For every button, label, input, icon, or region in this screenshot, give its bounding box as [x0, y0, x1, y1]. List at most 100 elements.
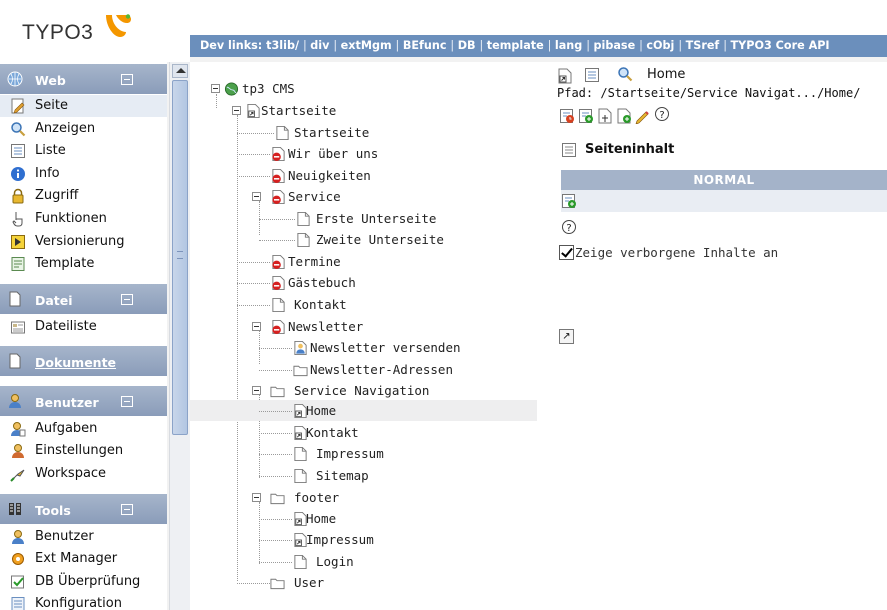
tree-node[interactable]: Startseite	[190, 100, 537, 121]
menu-item-template[interactable]: Template	[0, 253, 167, 275]
devlink[interactable]: pibase	[594, 39, 636, 52]
menu-item-label: Seite	[35, 98, 68, 113]
module-header-dokumente[interactable]: Dokumente	[0, 346, 167, 376]
open-in-new-window-icon[interactable]: ↗	[559, 329, 574, 344]
menu-item-dateiliste[interactable]: Dateiliste	[0, 316, 167, 338]
column-header: NORMAL	[561, 170, 887, 190]
tree-node[interactable]: Kontakt	[190, 294, 537, 315]
tree-node[interactable]: Zweite Unterseite	[190, 229, 537, 250]
tools-icon	[9, 503, 21, 515]
module-header-benutzer[interactable]: Benutzer	[0, 386, 167, 416]
menu-item-einstellungen[interactable]: Einstellungen	[0, 440, 167, 462]
scroll-up-icon[interactable]	[172, 64, 188, 78]
collapse-icon[interactable]	[252, 192, 261, 201]
tree-node[interactable]: Erste Unterseite	[190, 208, 537, 229]
collapse-icon[interactable]	[252, 493, 261, 502]
collapse-icon[interactable]	[121, 396, 133, 407]
menu-item-konfiguration[interactable]: Konfiguration	[0, 593, 167, 610]
tree-node[interactable]: Login	[190, 551, 537, 572]
devlink[interactable]: BEfunc	[403, 39, 447, 52]
collapse-icon[interactable]	[252, 386, 261, 395]
collapse-icon[interactable]	[121, 294, 133, 305]
scrollbar-thumb[interactable]	[172, 80, 188, 435]
menu-item-label: Workspace	[35, 466, 107, 481]
new-content-icon[interactable]	[561, 193, 577, 209]
menu-item-funktionen[interactable]: Funktionen	[0, 208, 167, 230]
devlink[interactable]: template	[487, 39, 544, 52]
tree-node[interactable]: Impressum	[190, 443, 537, 464]
module-header-tools[interactable]: Tools	[0, 494, 167, 524]
page-icon	[272, 297, 285, 313]
tree-node[interactable]: Termine	[190, 251, 537, 272]
tree-root[interactable]: tp3 CMS	[190, 78, 537, 99]
collapse-icon[interactable]	[211, 84, 220, 93]
tree-node[interactable]: Impressum	[190, 529, 537, 550]
collapse-icon[interactable]	[121, 74, 133, 85]
collapse-icon[interactable]	[252, 322, 261, 331]
tree-node[interactable]: Service	[190, 186, 537, 207]
menu-item-label: Benutzer	[35, 529, 94, 544]
tree-node[interactable]: Gästebuch	[190, 272, 537, 293]
tree-node[interactable]: footer	[190, 487, 537, 508]
view-page-icon[interactable]	[617, 66, 633, 82]
tree-node[interactable]: User	[190, 572, 537, 593]
menu-scrollbar[interactable]	[169, 62, 190, 610]
list-view-icon[interactable]	[584, 67, 600, 83]
devlink[interactable]: Dev links: t3lib/	[200, 39, 299, 52]
menu-item-workspace[interactable]: Workspace	[0, 463, 167, 485]
collapse-icon[interactable]	[232, 106, 241, 115]
tree-node[interactable]: Home	[190, 508, 537, 529]
devlink[interactable]: cObj	[646, 39, 674, 52]
devlink[interactable]: TSref	[686, 39, 720, 52]
tree-node[interactable]: Sitemap	[190, 465, 537, 486]
collapse-icon[interactable]	[121, 504, 133, 515]
tree-label: Home	[306, 511, 337, 526]
devlink[interactable]: TYPO3 Core API	[731, 39, 830, 52]
menu-item-label: Versionierung	[35, 234, 125, 249]
menu-item-liste[interactable]: Liste	[0, 140, 167, 162]
show-hidden-label: Zeige verborgene Inhalte an	[575, 245, 779, 260]
menu-item-benutzer-tools[interactable]: Benutzer	[0, 526, 167, 548]
new-page-icon[interactable]	[616, 108, 632, 124]
tree-node[interactable]: Service Navigation	[190, 380, 537, 401]
lock-icon	[12, 188, 24, 204]
page-shortcut-icon	[247, 103, 260, 119]
new-record-icon[interactable]	[578, 108, 594, 124]
menu-item-anzeigen[interactable]: Anzeigen	[0, 118, 167, 140]
devlink[interactable]: DB	[458, 39, 476, 52]
devlink[interactable]: div	[310, 39, 329, 52]
devlink[interactable]: extMgm	[341, 39, 392, 52]
menu-item-versionierung[interactable]: Versionierung	[0, 231, 167, 253]
module-header-label: Benutzer	[35, 395, 99, 410]
module-header-web[interactable]: Web	[0, 64, 167, 94]
user-icon	[9, 394, 21, 408]
page-history-icon[interactable]	[559, 108, 575, 124]
module-header-datei[interactable]: Datei	[0, 284, 167, 314]
extension-gear-icon	[12, 553, 24, 565]
help-icon[interactable]: ?	[561, 219, 577, 235]
show-hidden-checkbox[interactable]	[559, 245, 574, 260]
move-page-icon[interactable]	[597, 108, 613, 124]
menu-item-aufgaben[interactable]: Aufgaben	[0, 418, 167, 440]
tree-label: Startseite	[261, 103, 337, 118]
tree-node[interactable]: Wir über uns	[190, 143, 537, 164]
list-icon	[11, 144, 25, 158]
menu-item-seite[interactable]: Seite	[0, 95, 167, 117]
tree-node[interactable]: Newsletter-Adressen	[190, 359, 537, 380]
help-icon[interactable]: ?	[654, 106, 670, 122]
tree-label: Wir über uns	[288, 146, 379, 161]
menu-item-ext-manager[interactable]: Ext Manager	[0, 548, 167, 570]
pencil-edit-icon[interactable]	[635, 108, 651, 124]
menu-item-info[interactable]: Info	[0, 163, 167, 185]
tree-node[interactable]: Kontakt	[190, 422, 537, 443]
tree-node-selected[interactable]: Home	[190, 400, 537, 421]
menu-item-label: Funktionen	[35, 211, 107, 226]
tree-node[interactable]: Newsletter versenden	[190, 337, 537, 358]
menu-item-zugriff[interactable]: Zugriff	[0, 185, 167, 207]
devlink[interactable]: lang	[555, 39, 582, 52]
tree-node[interactable]: Neuigkeiten	[190, 165, 537, 186]
tree-label: Neuigkeiten	[288, 168, 371, 183]
menu-item-db-ueberpruefung[interactable]: DB Überprüfung	[0, 571, 167, 593]
tree-node[interactable]: Startseite	[190, 122, 537, 143]
tree-node[interactable]: Newsletter	[190, 316, 537, 337]
